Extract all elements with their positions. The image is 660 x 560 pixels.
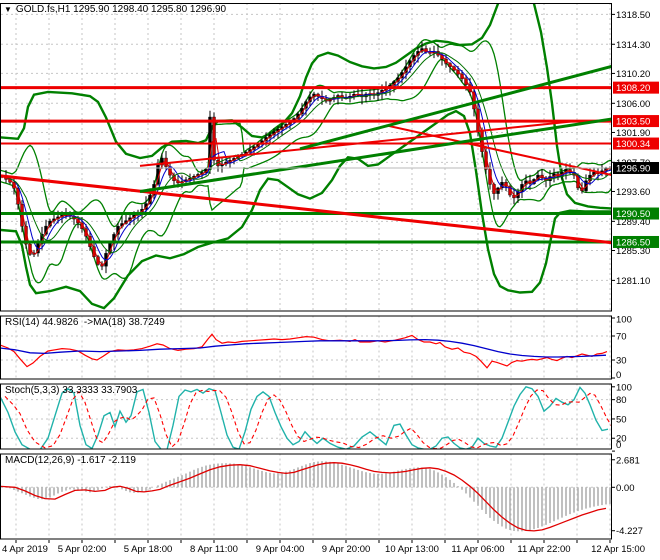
symbol-dropdown-icon[interactable]: ▼ — [4, 5, 12, 14]
macd-tick-label: 0.00 — [616, 483, 635, 494]
rsi-indicator-label: RSI(14) 44.9826 ->MA(18) 38.7249 — [5, 317, 165, 328]
price-badge-label: 1300.34 — [616, 139, 650, 150]
macd-tick-label: -4.227 — [616, 526, 643, 537]
chart-canvas[interactable]: 1318.501314.301310.201306.001301.901297.… — [0, 0, 660, 560]
price-tick-label: 1301.90 — [616, 128, 650, 139]
main-panel-border — [0, 3, 612, 312]
bb-tight-lower — [1, 58, 611, 284]
rsi-tick-label: 0 — [616, 370, 621, 381]
rsi-ma-line — [1, 338, 607, 358]
macd-indicator-label: MACD(12,26,9) -1.617 -2.119 — [5, 455, 136, 466]
time-label: 10 Apr 13:00 — [385, 544, 439, 555]
main-chart-layer — [0, 4, 612, 311]
chart-title: GOLD.fs,H1 1295.90 1298.40 1295.80 1296.… — [15, 4, 227, 15]
price-tick-label: 1318.50 — [616, 10, 650, 21]
price-badge-label: 1286.50 — [616, 237, 650, 248]
time-label: 4 Apr 2019 — [2, 544, 48, 555]
time-label: 11 Apr 06:00 — [451, 544, 504, 555]
time-label: 9 Apr 04:00 — [256, 544, 305, 555]
time-label: 5 Apr 18:00 — [124, 544, 173, 555]
chart-title-bar: ▼ GOLD.fs,H1 1295.90 1298.40 1295.80 1296… — [4, 4, 226, 15]
trend-line[interactable] — [299, 65, 612, 151]
stoch-tick-label: 80 — [616, 395, 627, 406]
time-label: 9 Apr 20:00 — [322, 544, 371, 555]
price-badge-label: 1290.50 — [616, 209, 650, 220]
stoch-tick-label: 100 — [616, 383, 632, 394]
rsi-tick-label: 100 — [616, 315, 632, 326]
time-label: 8 Apr 11:00 — [190, 544, 238, 555]
stoch-tick-label: 0 — [616, 440, 621, 451]
time-label: 11 Apr 22:00 — [517, 544, 570, 555]
time-label: 12 Apr 15:00 — [591, 544, 645, 555]
rsi-tick-label: 30 — [616, 356, 627, 367]
price-tick-label: 1306.00 — [616, 99, 650, 110]
price-tick-label: 1310.20 — [616, 69, 650, 80]
macd-layer — [1, 454, 611, 539]
bear-candle — [212, 116, 216, 161]
macd-histogram — [1, 461, 611, 532]
price-badge-label: 1308.20 — [616, 83, 650, 94]
stoch-k-line — [1, 385, 609, 449]
price-tick-label: 1314.30 — [616, 40, 650, 51]
price-tick-label: 1293.60 — [616, 187, 650, 198]
stoch-tick-label: 50 — [616, 414, 627, 425]
price-badge-label: 1296.90 — [616, 164, 650, 175]
macd-signal-line — [1, 462, 607, 532]
macd-tick-label: 2.681 — [616, 455, 640, 466]
stoch-indicator-label: Stoch(5,3,3) 33.3333 33.7903 — [5, 385, 138, 396]
ma-slow — [1, 52, 611, 253]
rsi-tick-label: 70 — [616, 332, 627, 343]
chart-window: 1318.501314.301310.201306.001301.901297.… — [0, 0, 660, 560]
time-label: 5 Apr 02:00 — [58, 544, 107, 555]
price-tick-label: 1281.10 — [616, 276, 650, 287]
trend-line[interactable] — [0, 174, 612, 245]
price-badge-label: 1303.50 — [616, 117, 650, 128]
